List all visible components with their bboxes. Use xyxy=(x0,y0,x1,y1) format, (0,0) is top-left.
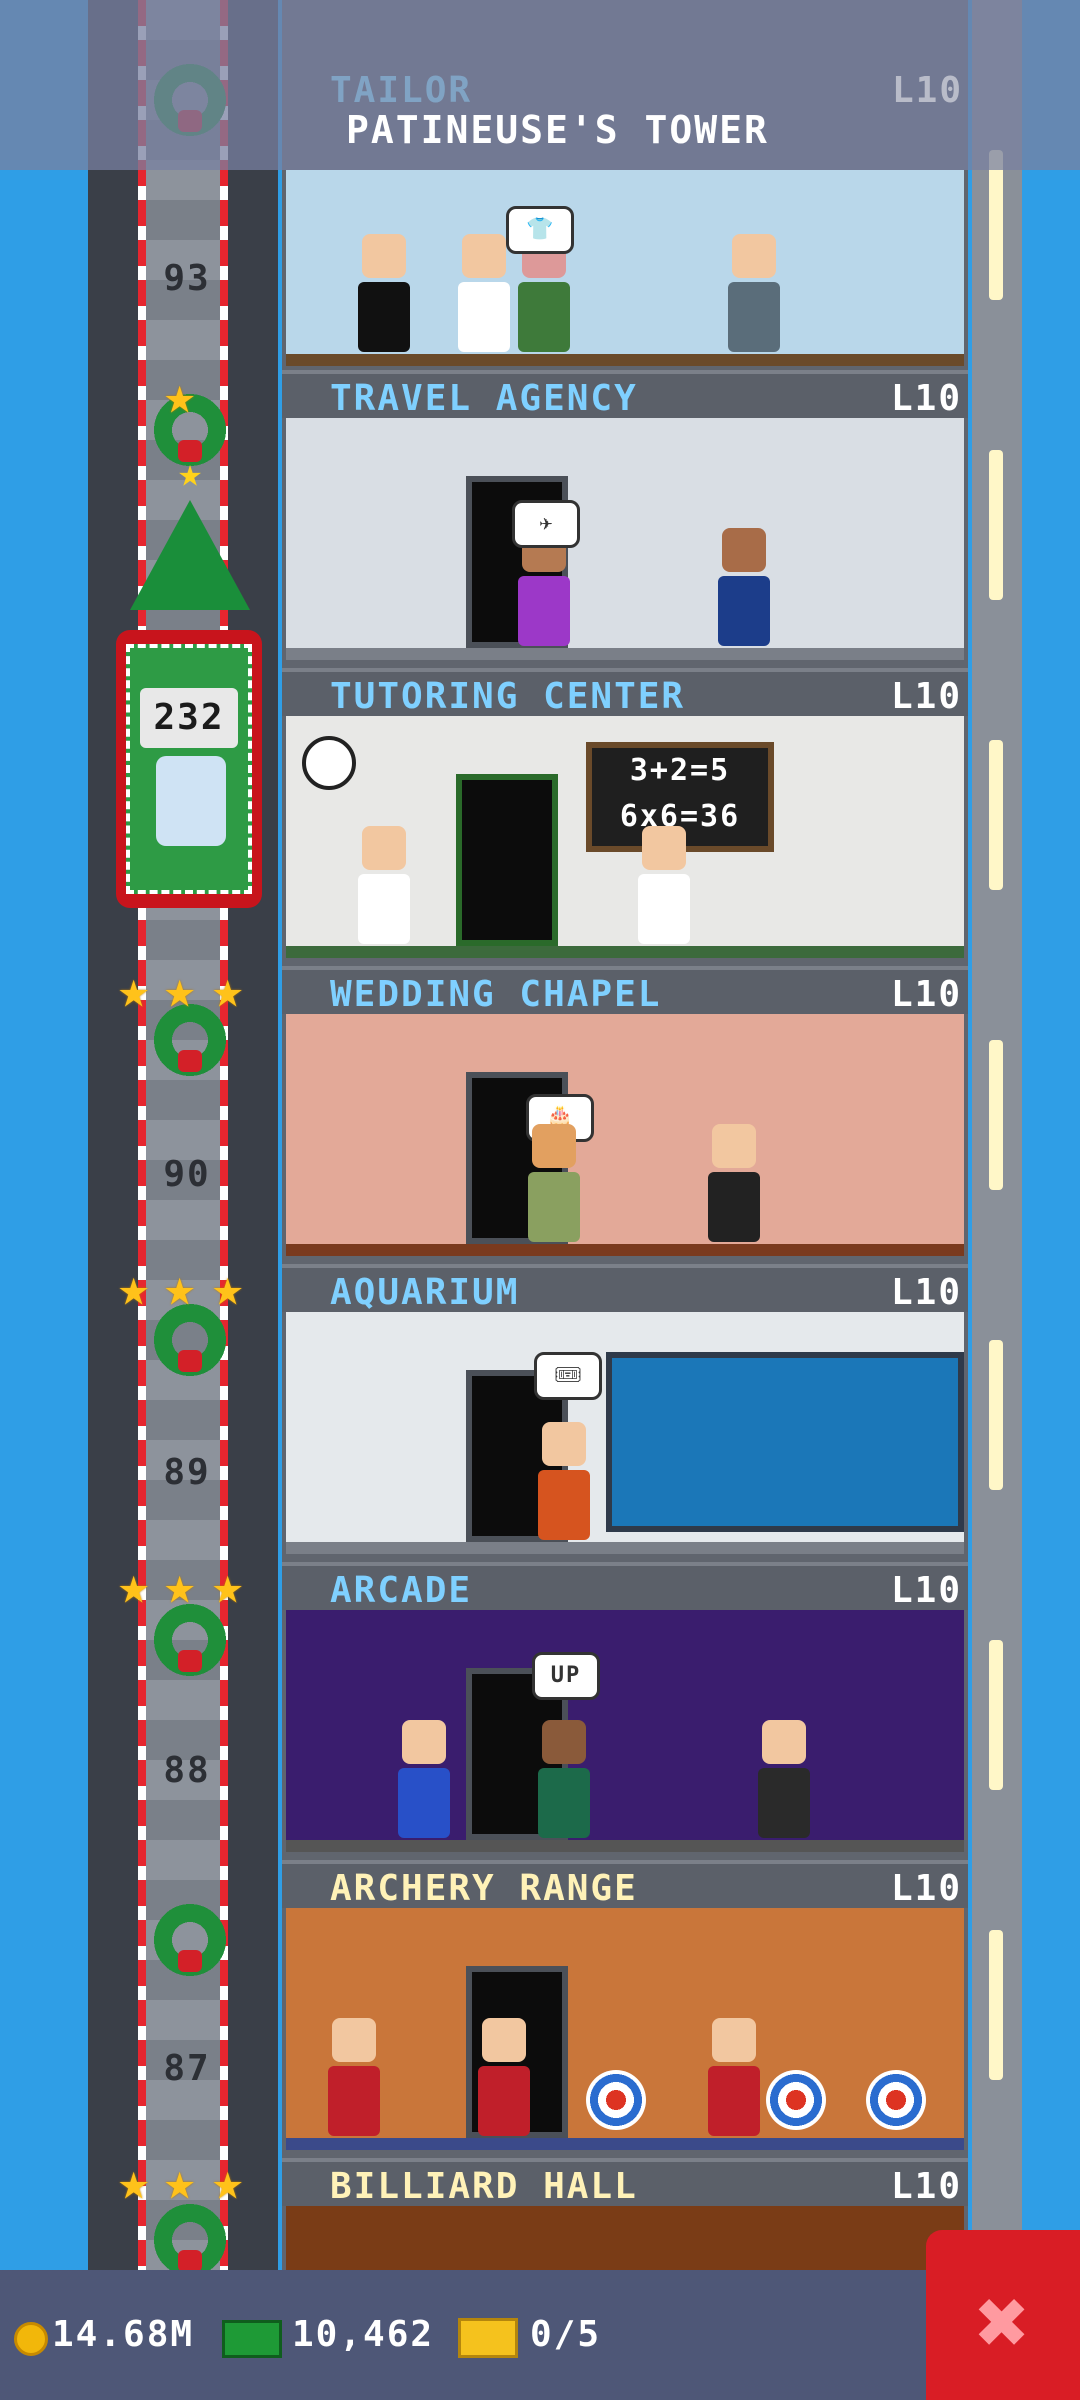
top-overlay: TAILOR L10 PATINEUSE'S TOWER xyxy=(0,0,1080,170)
partial-floor-name: TAILOR xyxy=(330,70,473,111)
floor-name: TRAVEL AGENCY xyxy=(330,378,638,419)
floor-name: BILLIARD HALL xyxy=(330,2166,638,2207)
shaft-floor-number: 93 xyxy=(163,258,211,299)
wreath-icon xyxy=(150,2200,230,2280)
floor-label: ARCADE L10 xyxy=(282,1562,968,1611)
bitizen xyxy=(526,1124,582,1244)
coins-value: 14.68M xyxy=(52,2314,195,2355)
floor-name: ARCADE xyxy=(330,1570,473,1611)
bitizen xyxy=(726,234,782,354)
floor-archery-range[interactable]: ARCHERY RANGE L10 xyxy=(282,1860,968,2158)
floor-name: AQUARIUM xyxy=(330,1272,520,1313)
star-icon: ★ xyxy=(118,960,150,1020)
bitizen xyxy=(536,1720,592,1840)
floor-level: L10 xyxy=(890,974,962,1015)
shaft-floor-number: 90 xyxy=(163,1154,211,1195)
bitizen xyxy=(756,1720,812,1840)
bitizen xyxy=(706,2018,762,2138)
ticket-request-bubble[interactable]: 🎟 xyxy=(534,1352,602,1400)
floor-label: ARCHERY RANGE L10 xyxy=(282,1860,968,1909)
tower-name: PATINEUSE'S TOWER xyxy=(346,108,769,152)
floor-label: TRAVEL AGENCY L10 xyxy=(282,370,968,419)
tower: 👕 TRAVEL AGENCY L10 ✈ TUTORING CENTER L1… xyxy=(282,0,968,2300)
bitizen xyxy=(636,826,692,946)
floor-wedding-chapel[interactable]: WEDDING CHAPEL L10 🎂 xyxy=(282,966,968,1264)
target-icon xyxy=(866,2070,926,2130)
star-icon: ★ xyxy=(118,1556,150,1616)
floor-travel-agency[interactable]: TRAVEL AGENCY L10 ✈ xyxy=(282,370,968,668)
fish-tank xyxy=(606,1352,964,1532)
target-icon xyxy=(586,2070,646,2130)
elevator-car[interactable]: 232 xyxy=(116,630,262,908)
coin-icon xyxy=(14,2322,48,2356)
floor-label: BILLIARD HALL L10 xyxy=(282,2158,968,2207)
star-icon: ★ xyxy=(164,1556,196,1616)
bitizen xyxy=(706,1124,762,1244)
star-icon: ★ xyxy=(118,2152,150,2212)
star-icon: ★ xyxy=(212,1556,244,1616)
shirt-request-bubble[interactable]: 👕 xyxy=(506,206,574,254)
floor-name: WEDDING CHAPEL xyxy=(330,974,662,1015)
shaft-rail-left xyxy=(138,0,146,2300)
star-icon: ★ xyxy=(164,960,196,1020)
door xyxy=(456,774,558,946)
floor-name: ARCHERY RANGE xyxy=(330,1868,638,1909)
bitizen xyxy=(396,1720,452,1840)
floor-tailor[interactable]: 👕 xyxy=(282,170,968,370)
elevator-cab: 232 xyxy=(126,644,252,894)
floor-arcade[interactable]: ARCADE L10 UP xyxy=(282,1562,968,1860)
wreath-icon xyxy=(150,1900,230,1980)
bitizen xyxy=(536,1422,592,1542)
floor-level: L10 xyxy=(890,1570,962,1611)
star-icon: ★ xyxy=(212,1258,244,1318)
shaft-floor-number: 88 xyxy=(163,1750,211,1791)
star-icon: ★ xyxy=(118,1258,150,1318)
bux-icon xyxy=(222,2320,282,2358)
ticket-icon xyxy=(458,2318,518,2358)
floor-level: L10 xyxy=(890,676,962,717)
floor-level: L10 xyxy=(890,1868,962,1909)
chalkboard-line-1: 3+2=5 xyxy=(629,753,731,788)
bitizen xyxy=(326,2018,382,2138)
target-icon xyxy=(766,2070,826,2130)
star-icon: ★ xyxy=(164,366,196,426)
shaft-floor-number: 87 xyxy=(163,2048,211,2089)
bux-value: 10,462 xyxy=(292,2314,435,2355)
star-icon: ★ xyxy=(164,1258,196,1318)
star-icon: ★ xyxy=(212,960,244,1020)
floor-level: L10 xyxy=(890,1272,962,1313)
floor-tutoring-center[interactable]: TUTORING CENTER L10 3+2=5 6x6=36 xyxy=(282,668,968,966)
floor-level: L10 xyxy=(890,2166,962,2207)
partial-floor-level: L10 xyxy=(892,70,964,111)
close-button[interactable]: ✖ xyxy=(926,2230,1080,2400)
up-request-bubble[interactable]: UP xyxy=(532,1652,600,1700)
plane-request-bubble[interactable]: ✈ xyxy=(512,500,580,548)
clock-icon xyxy=(302,736,356,790)
close-icon: ✖ xyxy=(975,2270,1031,2375)
floor-level: L10 xyxy=(890,378,962,419)
bitizen xyxy=(356,234,412,354)
shaft-floor-number: 89 xyxy=(163,1452,211,1493)
floor-name: TUTORING CENTER xyxy=(330,676,686,717)
elevator-passenger xyxy=(156,756,226,846)
tickets-value: 0/5 xyxy=(530,2314,602,2355)
bitizen xyxy=(356,826,412,946)
floor-aquarium[interactable]: AQUARIUM L10 🎟 xyxy=(282,1264,968,1562)
tower-pillar xyxy=(972,0,1022,2300)
elevator-counter: 232 xyxy=(140,688,238,748)
star-icon: ★ xyxy=(164,2152,196,2212)
bitizen xyxy=(716,528,772,648)
floor-label: TUTORING CENTER L10 xyxy=(282,668,968,717)
floor-label: WEDDING CHAPEL L10 xyxy=(282,966,968,1015)
christmas-tree-icon: ★ xyxy=(130,450,250,620)
floor-label: AQUARIUM L10 xyxy=(282,1264,968,1313)
bitizen xyxy=(456,234,512,354)
currency-bar: 14.68M 10,462 0/5 xyxy=(0,2270,930,2400)
star-icon: ★ xyxy=(212,2152,244,2212)
bitizen xyxy=(476,2018,532,2138)
